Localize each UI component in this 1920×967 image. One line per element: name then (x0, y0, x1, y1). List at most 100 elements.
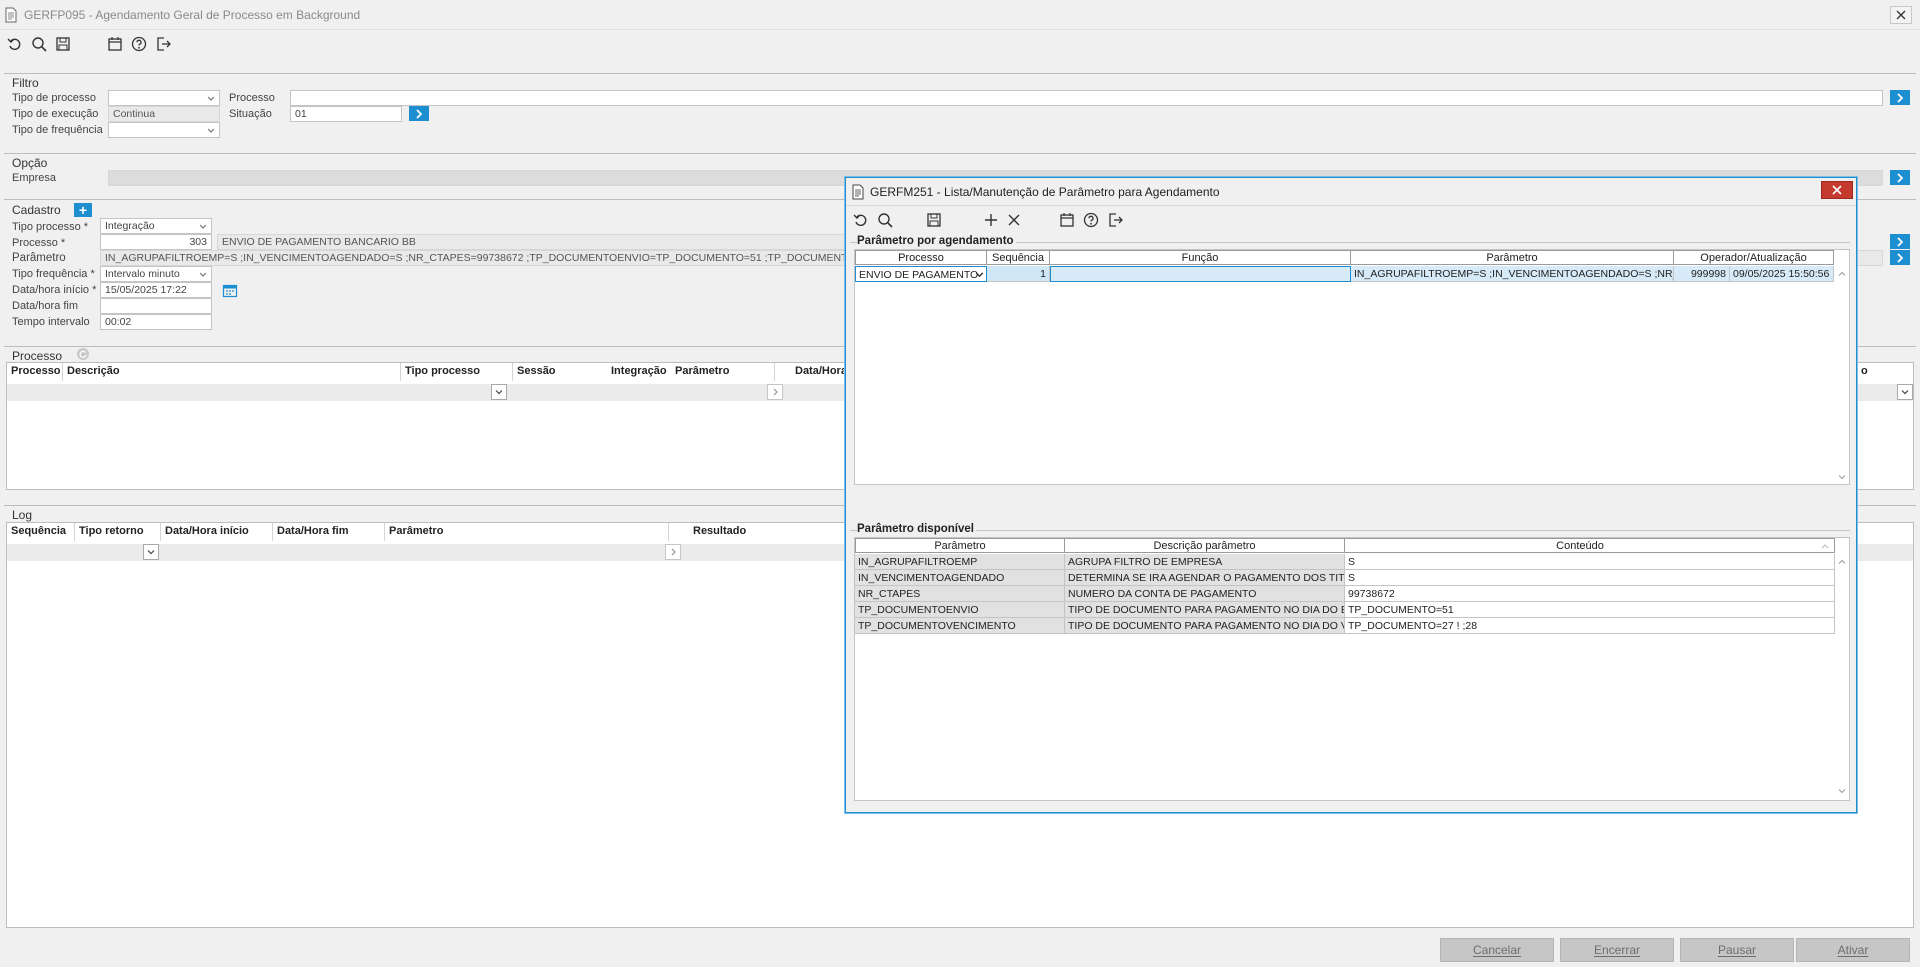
disponivel-col-header[interactable]: Descrição parâmetro (1065, 538, 1345, 553)
save-icon[interactable] (52, 33, 74, 55)
cadastro-tempo-intervalo-input[interactable]: 00:02 (100, 314, 212, 330)
log-col-header[interactable]: Resultado (689, 523, 849, 541)
cadastro-tipo-frequencia-select[interactable]: Intervalo minuto (100, 266, 212, 282)
filtro-processo-go-button[interactable] (1890, 90, 1910, 105)
agendamento-parametro-cell[interactable]: IN_AGRUPAFILTROEMP=S ;IN_VENCIMENTOAGEND… (1351, 266, 1674, 282)
agendamento-row[interactable]: ENVIO DE PAGAMENTO 1 IN_AGRUPAFILTROEMP=… (855, 266, 1835, 283)
log-col-header[interactable]: Parâmetro (385, 523, 669, 541)
disponivel-row[interactable]: IN_VENCIMENTOAGENDADO DETERMINA SE IRA A… (855, 570, 1835, 587)
disponivel-conteudo-cell[interactable]: S (1345, 554, 1835, 570)
disponivel-parametro-cell[interactable]: IN_VENCIMENTOAGENDADO (855, 570, 1065, 586)
agendamento-col-header[interactable]: Sequência (987, 250, 1050, 265)
disponivel-row[interactable]: NR_CTAPES NUMERO DA CONTA DE PAGAMENTO 9… (855, 586, 1835, 603)
cadastro-processo-go-button[interactable] (1890, 234, 1910, 249)
pausar-button[interactable]: Pausar (1680, 938, 1794, 962)
disponivel-parametro-cell[interactable]: TP_DOCUMENTOENVIO (855, 602, 1065, 618)
chevron-down-icon[interactable] (1897, 384, 1913, 400)
cadastro-data-inicio-input[interactable]: 15/05/2025 17:22 (100, 282, 212, 298)
log-col-header[interactable]: Tipo retorno (75, 523, 161, 541)
disponivel-col-header[interactable]: Parâmetro (855, 538, 1065, 553)
disponivel-conteudo-cell[interactable]: 99738672 (1345, 586, 1835, 602)
disponivel-row[interactable]: TP_DOCUMENTOVENCIMENTO TIPO DE DOCUMENTO… (855, 618, 1835, 635)
processo-col-header[interactable]: Parâmetro (671, 363, 775, 381)
disponivel-descricao-cell[interactable]: AGRUPA FILTRO DE EMPRESA (1065, 554, 1345, 570)
disponivel-row[interactable]: IN_AGRUPAFILTROEMP AGRUPA FILTRO DE EMPR… (855, 554, 1835, 571)
processo-col-header[interactable]: Tipo processo (401, 363, 513, 381)
refresh-icon[interactable] (76, 347, 90, 361)
disponivel-row[interactable]: TP_DOCUMENTOENVIO TIPO DE DOCUMENTO PARA… (855, 602, 1835, 619)
cadastro-processo-code-input[interactable]: 303 (100, 234, 212, 250)
agendamento-funcao-cell[interactable] (1050, 266, 1351, 282)
processo-col-header[interactable]: Descrição (63, 363, 401, 381)
add-icon[interactable] (980, 209, 1002, 231)
disponivel-descricao-cell[interactable]: NUMERO DA CONTA DE PAGAMENTO (1065, 586, 1345, 602)
calendar-icon[interactable] (104, 33, 126, 55)
add-cadastro-button[interactable]: + (74, 203, 92, 217)
log-col-header[interactable]: Data/Hora início (161, 523, 273, 541)
ativar-button[interactable]: Ativar (1796, 938, 1910, 962)
encerrar-button[interactable]: Encerrar (1560, 938, 1674, 962)
disponivel-descricao-cell[interactable]: TIPO DE DOCUMENTO PARA PAGAMENTO NO DIA … (1065, 602, 1345, 618)
disponivel-descricao-cell[interactable]: TIPO DE DOCUMENTO PARA PAGAMENTO NO DIA … (1065, 618, 1345, 634)
cadastro-data-fim-input[interactable] (100, 298, 212, 314)
filtro-situacao-go-button[interactable] (409, 106, 429, 121)
processo-col-header[interactable]: Integração (607, 363, 673, 381)
opcao-empresa-go-button[interactable] (1890, 170, 1910, 185)
help-icon[interactable] (1080, 209, 1102, 231)
scroll-up-icon[interactable] (1837, 269, 1847, 279)
agendamento-atualizacao-cell[interactable]: 09/05/2025 15:50:56 (1730, 266, 1834, 282)
chevron-right-icon[interactable] (665, 544, 681, 560)
chevron-down-icon[interactable] (974, 269, 985, 280)
agendamento-operador-cell[interactable]: 999998 (1674, 266, 1730, 282)
chevron-down-icon[interactable] (143, 544, 159, 560)
disponivel-parametro-cell[interactable]: TP_DOCUMENTOVENCIMENTO (855, 618, 1065, 634)
undo-icon[interactable] (4, 33, 26, 55)
processo-col-header[interactable]: Data/Hora (791, 363, 851, 381)
save-icon[interactable] (923, 209, 945, 231)
disponivel-parametro-cell[interactable]: IN_AGRUPAFILTROEMP (855, 554, 1065, 570)
close-icon[interactable] (1821, 181, 1853, 199)
search-icon[interactable] (28, 33, 50, 55)
cadastro-parametro-go-button[interactable] (1890, 250, 1910, 265)
cancelar-button[interactable]: Cancelar (1440, 938, 1554, 962)
delete-icon[interactable] (1003, 209, 1025, 231)
undo-icon[interactable] (850, 209, 872, 231)
agendamento-sequencia-cell[interactable]: 1 (987, 266, 1050, 282)
exit-icon[interactable] (1104, 209, 1126, 231)
log-col-header[interactable]: Data/Hora fim (273, 523, 385, 541)
scroll-up-icon[interactable] (1837, 557, 1847, 567)
filtro-situacao-label: Situação (229, 108, 272, 120)
search-icon[interactable] (874, 209, 896, 231)
disponivel-conteudo-cell[interactable]: TP_DOCUMENTO=51 (1345, 602, 1835, 618)
column-menu-icon[interactable] (1815, 538, 1835, 553)
agendamento-processo-cell[interactable]: ENVIO DE PAGAMENTO (855, 266, 987, 282)
scroll-down-icon[interactable] (1837, 472, 1847, 482)
cadastro-tipo-processo-select[interactable]: Integração (100, 218, 212, 234)
filtro-situacao-input[interactable]: 01 (290, 106, 402, 122)
close-icon[interactable] (1890, 6, 1912, 24)
log-col-header[interactable]: Sequência (7, 523, 75, 541)
processo-col-header[interactable]: o (1857, 363, 1913, 381)
chevron-right-icon[interactable] (767, 384, 783, 400)
agendamento-col-header[interactable]: Função (1050, 250, 1351, 265)
disponivel-conteudo-cell[interactable]: TP_DOCUMENTO=27 ! ;28 (1345, 618, 1835, 634)
disponivel-parametro-cell[interactable]: NR_CTAPES (855, 586, 1065, 602)
disponivel-descricao-cell[interactable]: DETERMINA SE IRA AGENDAR O PAGAMENTO DOS… (1065, 570, 1345, 586)
filtro-processo-input[interactable] (290, 90, 1883, 106)
filtro-tipo-frequencia-select[interactable] (108, 122, 220, 138)
help-icon[interactable] (128, 33, 150, 55)
disponivel-col-header[interactable]: Conteúdo (1345, 538, 1815, 553)
agendamento-col-header[interactable]: Operador/Atualização (1674, 250, 1834, 265)
agendamento-col-header[interactable]: Parâmetro (1351, 250, 1674, 265)
processo-col-header[interactable]: Processo (7, 363, 63, 381)
processo-col-header[interactable]: Sessão (513, 363, 613, 381)
cadastro-tipo-frequencia-label: Tipo frequência * (12, 268, 95, 280)
agendamento-col-header[interactable]: Processo (855, 250, 987, 265)
calendar-icon[interactable] (222, 283, 238, 298)
disponivel-conteudo-cell[interactable]: S (1345, 570, 1835, 586)
calendar-icon[interactable] (1056, 209, 1078, 231)
exit-icon[interactable] (152, 33, 174, 55)
scroll-down-icon[interactable] (1837, 786, 1847, 796)
filtro-tipo-processo-select[interactable] (108, 90, 220, 106)
chevron-down-icon[interactable] (491, 384, 507, 400)
